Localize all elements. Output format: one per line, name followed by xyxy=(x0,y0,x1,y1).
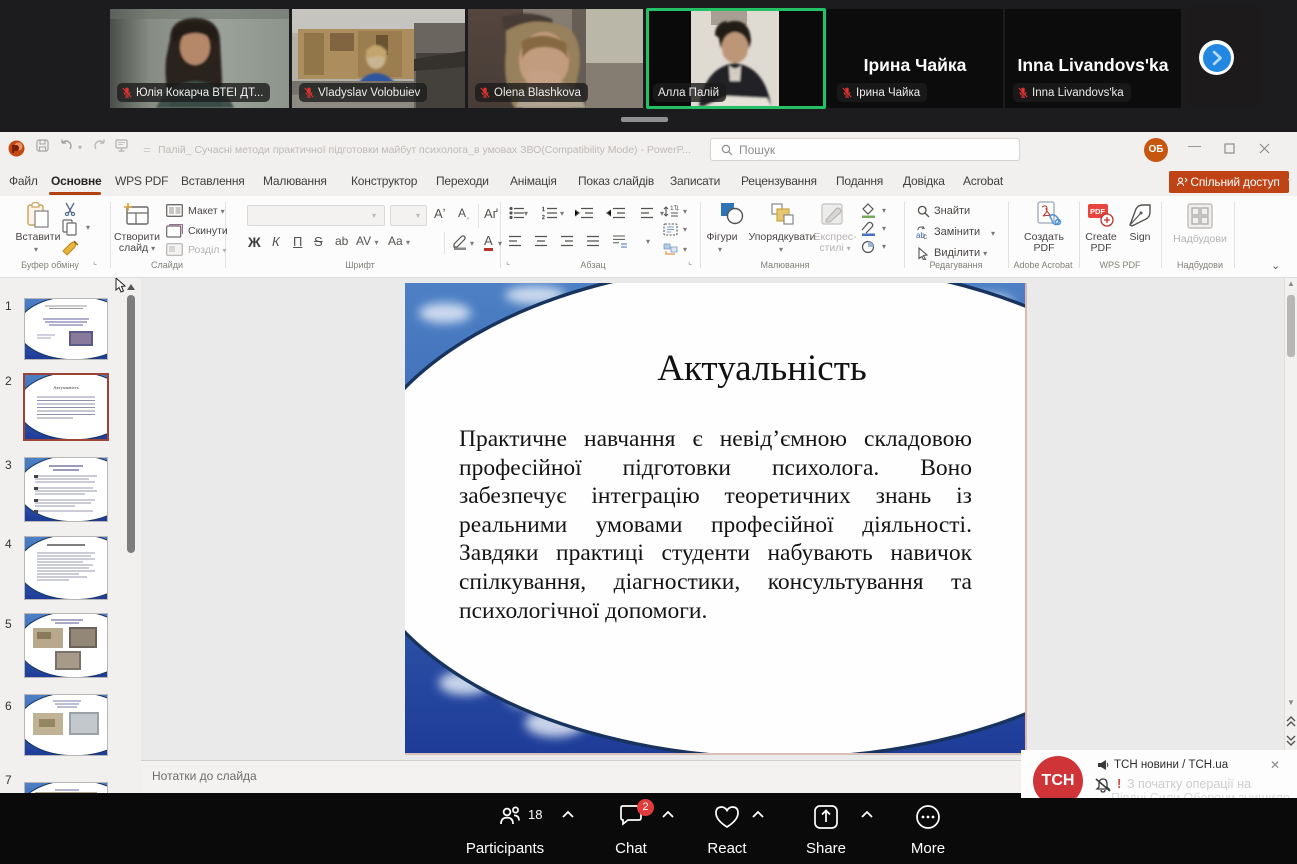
svg-text:2: 2 xyxy=(542,215,545,220)
svg-text:1: 1 xyxy=(542,207,545,213)
svg-text:c: c xyxy=(923,232,927,240)
svg-text:1⇅: 1⇅ xyxy=(670,205,679,212)
svg-text:Актуальність: Актуальність xyxy=(53,385,78,390)
